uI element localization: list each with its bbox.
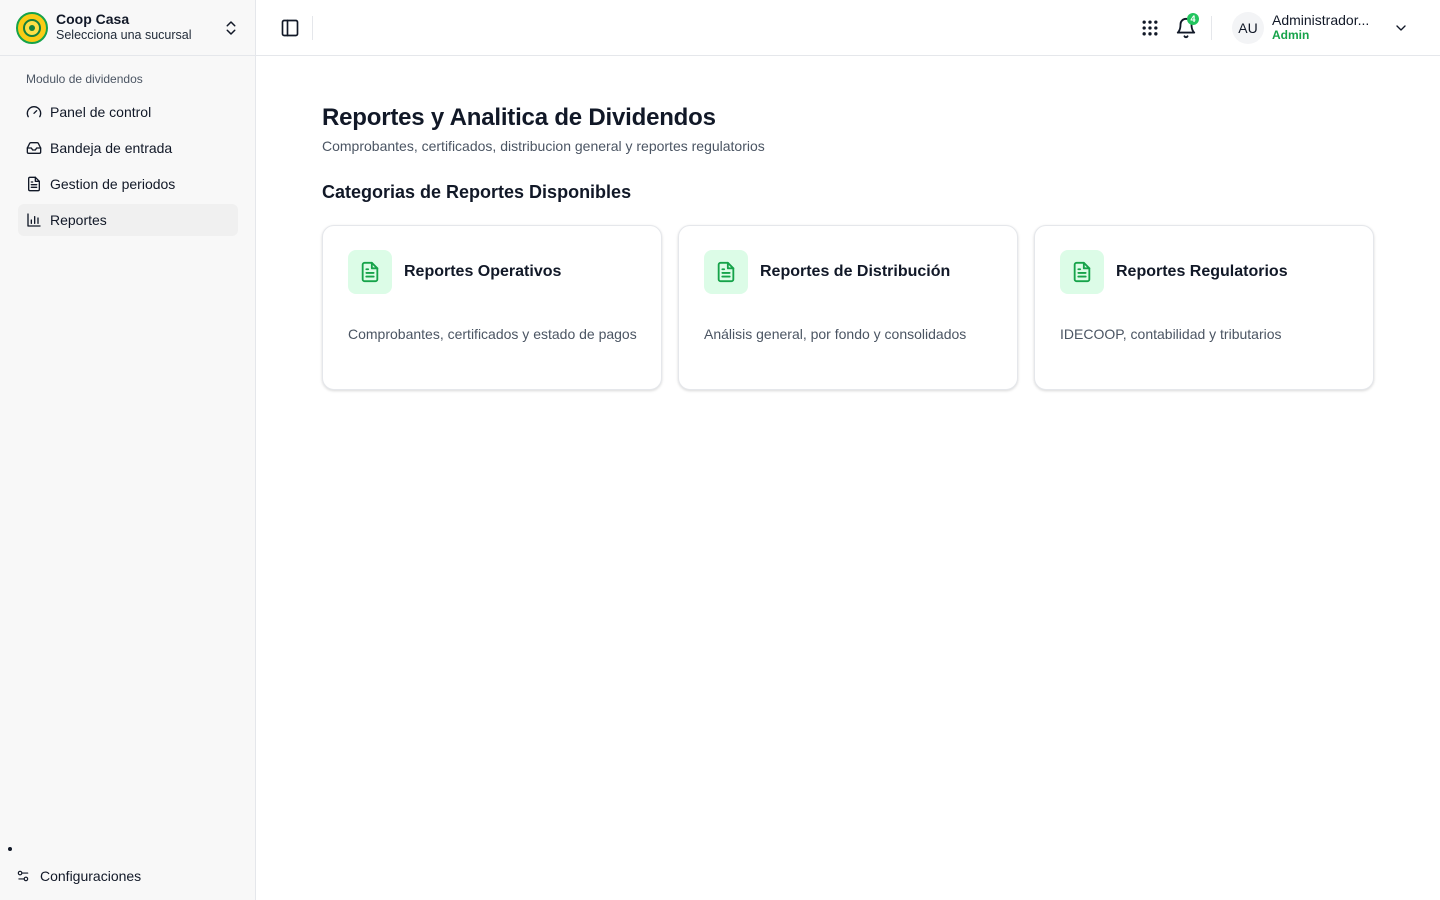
- file-text-icon: [1073, 261, 1091, 283]
- apps-grid-icon[interactable]: [1140, 18, 1160, 38]
- sidebar-item-label: Panel de control: [50, 104, 152, 120]
- card-description: Comprobantes, certificados y estado de p…: [348, 326, 637, 342]
- sidebar-item-reportes[interactable]: Reportes: [18, 204, 238, 236]
- sidebar-toggle-icon[interactable]: [280, 18, 300, 38]
- file-text-icon: [361, 261, 379, 283]
- section-label: Modulo de dividendos: [26, 72, 143, 86]
- sidebar-item-bandeja-de-entrada[interactable]: Bandeja de entrada: [18, 132, 238, 164]
- divider: [1211, 16, 1212, 40]
- page-subtitle: Comprobantes, certificados, distribucion…: [322, 138, 765, 154]
- card-description: IDECOOP, contabilidad y tributarios: [1060, 326, 1282, 342]
- card-title: Reportes Regulatorios: [1116, 263, 1288, 280]
- sliders-icon: [17, 870, 29, 882]
- brand-name: Coop Casa: [56, 11, 130, 27]
- sidebar-item-label: Gestion de periodos: [50, 176, 176, 192]
- sidebar: Coop Casa Selecciona una sucursal Modulo…: [0, 0, 256, 900]
- chevrons-up-down-icon[interactable]: [222, 19, 240, 37]
- file-text-icon: [717, 261, 735, 283]
- page-title: Reportes y Analitica de Dividendos: [322, 104, 716, 131]
- card-description: Análisis general, por fondo y consolidad…: [704, 326, 967, 342]
- report-card-distribucion[interactable]: Reportes de Distribución Análisis genera…: [678, 225, 1018, 390]
- file-text-icon: [28, 176, 40, 192]
- chevron-down-icon[interactable]: [1393, 20, 1409, 36]
- card-icon-container: [704, 250, 748, 294]
- sidebar-item-label: Bandeja de entrada: [50, 140, 173, 156]
- user-name[interactable]: Administrador...: [1272, 12, 1387, 28]
- avatar[interactable]: AU: [1232, 12, 1264, 44]
- branch-selector[interactable]: Coop Casa Selecciona una sucursal: [0, 0, 255, 56]
- sidebar-item-gestion-de-periodos[interactable]: Gestion de periodos: [18, 168, 238, 200]
- divider: [312, 16, 313, 40]
- card-title: Reportes Operativos: [404, 263, 562, 280]
- coop-logo: [16, 12, 48, 44]
- inbox-icon: [26, 142, 42, 154]
- card-icon-container: [1060, 250, 1104, 294]
- sidebar-item-label: Reportes: [50, 212, 107, 228]
- card-icon-container: [348, 250, 392, 294]
- top-bar: 4 AU Administrador... Admin: [256, 0, 1440, 56]
- branch-prompt: Selecciona una sucursal: [56, 28, 192, 42]
- section-title: Categorias de Reportes Disponibles: [322, 182, 632, 202]
- user-role: Admin: [1272, 28, 1310, 42]
- settings-link[interactable]: Configuraciones: [16, 864, 141, 888]
- notification-badge: 4: [1187, 13, 1199, 25]
- sidebar-item-panel-de-control[interactable]: Panel de control: [18, 96, 238, 128]
- report-card-regulatorios[interactable]: Reportes Regulatorios IDECOOP, contabili…: [1034, 225, 1374, 390]
- status-dot: [8, 847, 12, 851]
- gauge-icon: [26, 106, 42, 118]
- settings-label: Configuraciones: [40, 868, 142, 884]
- bar-chart-icon: [27, 213, 41, 227]
- report-card-operativos[interactable]: Reportes Operativos Comprobantes, certif…: [322, 225, 662, 390]
- card-title: Reportes de Distribución: [760, 263, 951, 280]
